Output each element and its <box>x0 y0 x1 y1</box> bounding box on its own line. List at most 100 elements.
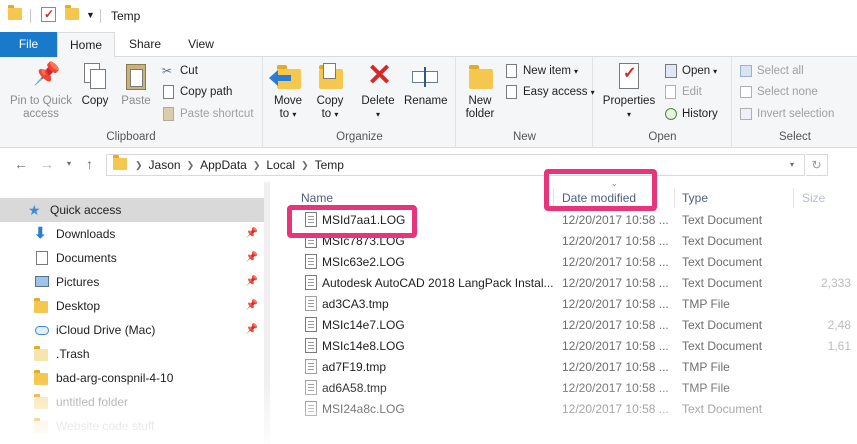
breadcrumb-separator-icon[interactable]: ❯ <box>187 160 195 171</box>
sidebar-item-untitled-folder[interactable]: untitled folder <box>0 390 264 414</box>
invert-selection-button[interactable]: Invert selection <box>739 104 834 124</box>
breadcrumb-separator-icon[interactable]: ❯ <box>301 160 309 171</box>
sidebar-item-label: .Trash <box>56 347 90 361</box>
delete-label: Delete <box>361 95 395 107</box>
column-divider[interactable] <box>793 188 794 208</box>
delete-button[interactable]: ✕ Delete ▾ <box>360 61 396 121</box>
select-all-icon <box>739 64 753 78</box>
breadcrumb-separator-icon[interactable]: ❯ <box>135 160 143 171</box>
file-size: 2,48 <box>827 318 851 332</box>
tab-view[interactable]: View <box>174 32 228 57</box>
properties-button[interactable]: ✓ Properties ▾ <box>600 61 658 121</box>
tab-file[interactable]: File <box>0 32 57 57</box>
breadcrumb-separator-icon[interactable]: ❯ <box>253 160 261 171</box>
pin-to-quick-access-button[interactable]: 📌 Pin to Quick access <box>6 61 76 121</box>
paste-shortcut-button[interactable]: Paste shortcut <box>162 104 254 124</box>
up-arrow-icon[interactable]: ↑ <box>86 156 93 172</box>
sidebar-item-pictures[interactable]: Pictures 📌 <box>0 270 264 294</box>
divider <box>30 9 31 23</box>
rename-button[interactable]: Rename <box>404 61 447 108</box>
table-row[interactable]: MSIc14e8.LOG 12/20/2017 10:58 ... Text D… <box>281 336 857 357</box>
address-dropdown-icon[interactable]: ▾ <box>790 160 794 169</box>
open-group: ✓ Properties ▾ Open ▾ Edit History Open <box>594 57 732 148</box>
table-row[interactable]: ad7F19.tmp 12/20/2017 10:58 ... TMP File <box>281 357 857 378</box>
sidebar-item-desktop[interactable]: Desktop 📌 <box>0 294 264 318</box>
move-label-line1: Move <box>273 95 303 107</box>
easy-access-button[interactable]: Easy access ▾ <box>505 82 595 102</box>
refresh-icon[interactable]: ↻ <box>806 154 828 176</box>
table-row[interactable]: Autodesk AutoCAD 2018 LangPack Instal...… <box>281 273 857 294</box>
column-header-size[interactable]: Size <box>802 186 825 210</box>
pin-icon[interactable]: 📌 <box>246 300 258 311</box>
column-header-type[interactable]: Type <box>682 186 708 210</box>
select-none-icon <box>739 85 753 99</box>
cut-button[interactable]: ✂ Cut <box>162 61 198 81</box>
sidebar-item-documents[interactable]: Documents 📌 <box>0 246 264 270</box>
sidebar-item-downloads[interactable]: ⬇ Downloads 📌 <box>0 222 264 246</box>
file-date: 12/20/2017 10:58 ... <box>562 213 669 227</box>
new-folder-icon[interactable] <box>65 5 79 23</box>
text-file-icon <box>305 254 317 269</box>
sidebar-item-icloud-drive[interactable]: iCloud Drive (Mac) 📌 <box>0 318 264 342</box>
edit-button[interactable]: Edit <box>664 82 702 102</box>
table-row[interactable]: MSIc14e7.LOG 12/20/2017 10:58 ... Text D… <box>281 315 857 336</box>
history-button[interactable]: History <box>664 104 718 124</box>
column-divider[interactable] <box>674 188 675 208</box>
back-arrow-icon[interactable]: ← <box>14 156 28 172</box>
select-none-button[interactable]: Select none <box>739 82 818 102</box>
paste-button[interactable]: Paste <box>118 61 154 108</box>
breadcrumb-local[interactable]: Local <box>266 158 295 172</box>
new-folder-icon <box>465 61 495 93</box>
pin-icon[interactable]: 📌 <box>246 228 258 239</box>
navigation-scrollbar[interactable] <box>264 182 270 444</box>
open-button[interactable]: Open ▾ <box>664 61 717 81</box>
text-file-icon <box>305 275 317 290</box>
table-row[interactable]: ad3CA3.tmp 12/20/2017 10:58 ... TMP File <box>281 294 857 315</box>
copy-to-button[interactable]: Copy to ▾ <box>312 61 348 121</box>
move-to-button[interactable]: Move to ▾ <box>269 61 306 121</box>
sidebar-item-quick-access[interactable]: ★ Quick access <box>0 198 264 222</box>
properties-check-icon[interactable]: ✓ <box>41 7 56 22</box>
customize-toolbar-icon[interactable]: ▼ <box>86 10 95 20</box>
breadcrumb-jason[interactable]: Jason <box>149 158 181 172</box>
table-row[interactable]: MSIc63e2.LOG 12/20/2017 10:58 ... Text D… <box>281 252 857 273</box>
tmp-file-icon <box>305 359 317 374</box>
title-bar: ✓ ▼ Temp <box>0 0 857 32</box>
sidebar-item-trash[interactable]: .Trash <box>0 342 264 366</box>
file-type: TMP File <box>682 381 730 395</box>
tab-share[interactable]: Share <box>118 32 172 57</box>
tab-home[interactable]: Home <box>57 32 115 58</box>
sidebar-item-bad-arg-conspnil[interactable]: bad-arg-conspnil-4-10 <box>0 366 264 390</box>
pin-icon[interactable]: 📌 <box>246 276 258 287</box>
delete-dropdown-icon: ▾ <box>375 110 380 119</box>
address-bar[interactable]: ❯ Jason ❯ AppData ❯ Local ❯ Temp <box>106 154 805 176</box>
recent-locations-icon[interactable]: ▾ <box>67 159 71 168</box>
table-row[interactable]: ad6A58.tmp 12/20/2017 10:58 ... TMP File <box>281 378 857 399</box>
sidebar-item-website-code-stuff[interactable]: Website code stuff <box>0 414 264 438</box>
edit-label: Edit <box>682 86 702 98</box>
file-date: 12/20/2017 10:58 ... <box>562 381 669 395</box>
sidebar-item-label: Quick access <box>50 203 122 217</box>
breadcrumb-appdata[interactable]: AppData <box>200 158 247 172</box>
select-group-label: Select <box>779 131 811 143</box>
breadcrumb-temp[interactable]: Temp <box>315 158 344 172</box>
documents-icon <box>34 250 50 266</box>
file-name: ad7F19.tmp <box>322 360 387 374</box>
history-label: History <box>682 108 718 120</box>
select-all-label: Select all <box>757 65 804 77</box>
new-item-button[interactable]: New item ▾ <box>505 61 578 81</box>
copy-path-button[interactable]: Copy path <box>162 82 232 102</box>
rename-icon <box>410 61 440 93</box>
pictures-icon <box>34 274 50 290</box>
new-folder-button[interactable]: New folder <box>461 61 499 121</box>
pin-icon[interactable]: 📌 <box>246 252 258 263</box>
copy-button[interactable]: Copy <box>78 61 112 108</box>
table-row[interactable]: MSI24a8c.LOG 12/20/2017 10:58 ... Text D… <box>281 399 857 420</box>
pin-icon[interactable]: 📌 <box>246 324 258 335</box>
new-folder-label-line2: folder <box>465 108 495 120</box>
forward-arrow-icon[interactable]: → <box>40 156 54 172</box>
file-type: TMP File <box>682 297 730 311</box>
properties-label: Properties <box>602 95 656 107</box>
select-all-button[interactable]: Select all <box>739 61 804 81</box>
file-type: Text Document <box>682 339 763 353</box>
